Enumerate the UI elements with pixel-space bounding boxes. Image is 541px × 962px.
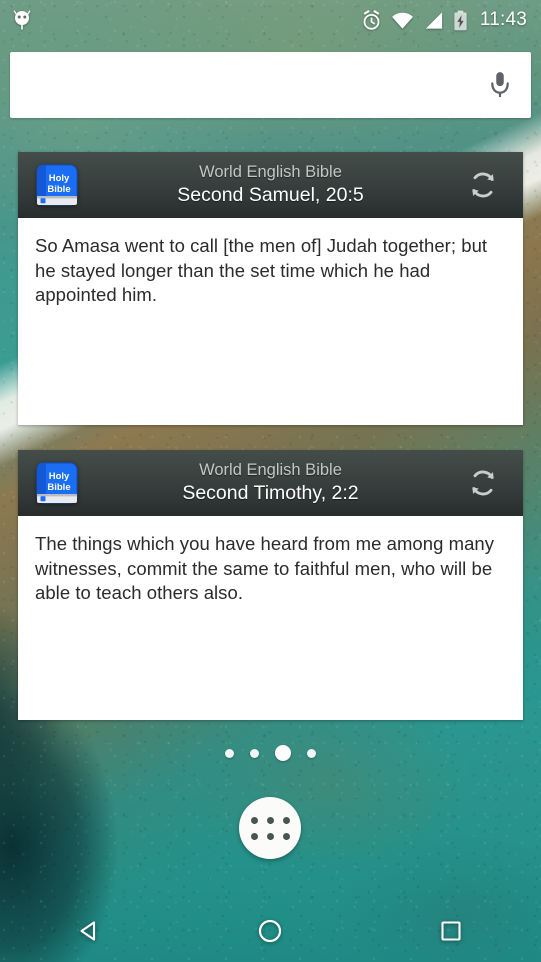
- home-icon[interactable]: [232, 900, 308, 962]
- wifi-icon: [391, 11, 414, 30]
- widget-body[interactable]: The things which you have heard from me …: [18, 516, 523, 720]
- apps-grid-dots: [250, 816, 290, 840]
- alarm-icon: [361, 9, 382, 31]
- status-bar-system-icons: 11:43: [361, 9, 527, 31]
- google-search-bar[interactable]: [10, 52, 531, 118]
- cell-signal-icon: [423, 11, 444, 30]
- back-icon[interactable]: [52, 900, 128, 962]
- recent-apps-icon[interactable]: [413, 900, 489, 962]
- page-dot-active[interactable]: [275, 745, 291, 761]
- bible-verse-widget[interactable]: Holy Bible World English Bible Second Ti…: [18, 450, 523, 720]
- page-dot[interactable]: [225, 748, 234, 758]
- battery-charging-icon: [453, 10, 468, 31]
- widget-title-block: World English Bible Second Timothy, 2:2: [18, 450, 523, 516]
- apps-grid-icon[interactable]: [239, 797, 301, 859]
- bible-icon-line2: Bible: [47, 482, 70, 493]
- widget-title-block: World English Bible Second Samuel, 20:5: [18, 152, 523, 218]
- status-bar: 11:43: [0, 0, 541, 40]
- page-indicator: [0, 745, 541, 761]
- page-dot[interactable]: [250, 748, 259, 758]
- page-dot[interactable]: [307, 748, 316, 758]
- verse-text: So Amasa went to call [the men of] Judah…: [35, 235, 488, 306]
- verse-text: The things which you have heard from me …: [35, 533, 495, 604]
- holy-bible-app-icon: Holy Bible: [34, 460, 80, 506]
- widget-header: Holy Bible World English Bible Second Ti…: [18, 450, 523, 516]
- refresh-icon[interactable]: [463, 463, 503, 503]
- status-bar-clock: 11:43: [479, 9, 527, 30]
- bible-icon-line2: Bible: [47, 184, 70, 195]
- bible-icon-line1: Holy: [49, 471, 70, 482]
- bible-icon-line1: Holy: [49, 173, 70, 184]
- verse-reference-label: Second Timothy, 2:2: [182, 481, 359, 504]
- refresh-icon[interactable]: [463, 165, 503, 205]
- microphone-icon[interactable]: [469, 52, 531, 118]
- bible-version-label: World English Bible: [199, 461, 342, 480]
- holy-bible-app-icon: Holy Bible: [34, 162, 80, 208]
- widget-body[interactable]: So Amasa went to call [the men of] Judah…: [18, 218, 523, 425]
- bible-verse-widget[interactable]: Holy Bible World English Bible Second Sa…: [18, 152, 523, 425]
- navigation-bar: [0, 900, 541, 962]
- android-robot-icon: [12, 9, 32, 31]
- search-input[interactable]: [10, 52, 469, 118]
- bible-version-label: World English Bible: [199, 163, 342, 182]
- verse-reference-label: Second Samuel, 20:5: [177, 183, 364, 206]
- status-bar-notifications: [12, 9, 32, 31]
- widget-header: Holy Bible World English Bible Second Sa…: [18, 152, 523, 218]
